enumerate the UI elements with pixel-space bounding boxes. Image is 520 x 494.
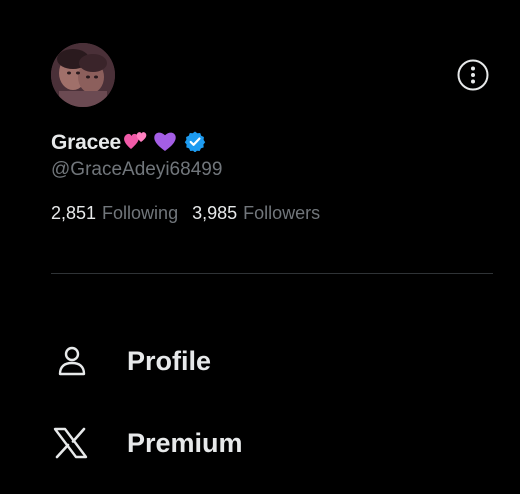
menu-item-label: Premium [127,427,243,458]
more-options-icon [457,59,489,91]
display-name-row[interactable]: Gracee [51,127,206,159]
menu-item-label: Profile [127,345,212,376]
menu-item-premium[interactable]: Premium [51,418,451,468]
following-label: Following [102,203,179,223]
followers-link[interactable]: 3,985 Followers [192,203,320,224]
avatar-image [51,43,115,107]
more-options-button[interactable] [456,58,490,92]
following-count: 2,851 [51,203,97,223]
two-hearts-emoji [122,128,150,159]
display-name: Gracee [51,131,122,154]
profile-handle[interactable]: @GraceAdeyi68499 [51,159,222,181]
follow-stats: 2,851 Following 3,985 Followers [51,203,320,224]
followers-label: Followers [243,203,321,223]
followers-count: 3,985 [192,203,238,223]
verified-badge-icon[interactable] [184,130,206,157]
purple-heart-emoji [151,128,179,159]
person-icon [51,342,89,380]
menu-item-profile[interactable]: Profile [51,336,451,386]
following-link[interactable]: 2,851 Following [51,203,178,224]
x-logo-icon [51,424,89,462]
avatar[interactable] [51,43,115,107]
divider [51,273,493,274]
